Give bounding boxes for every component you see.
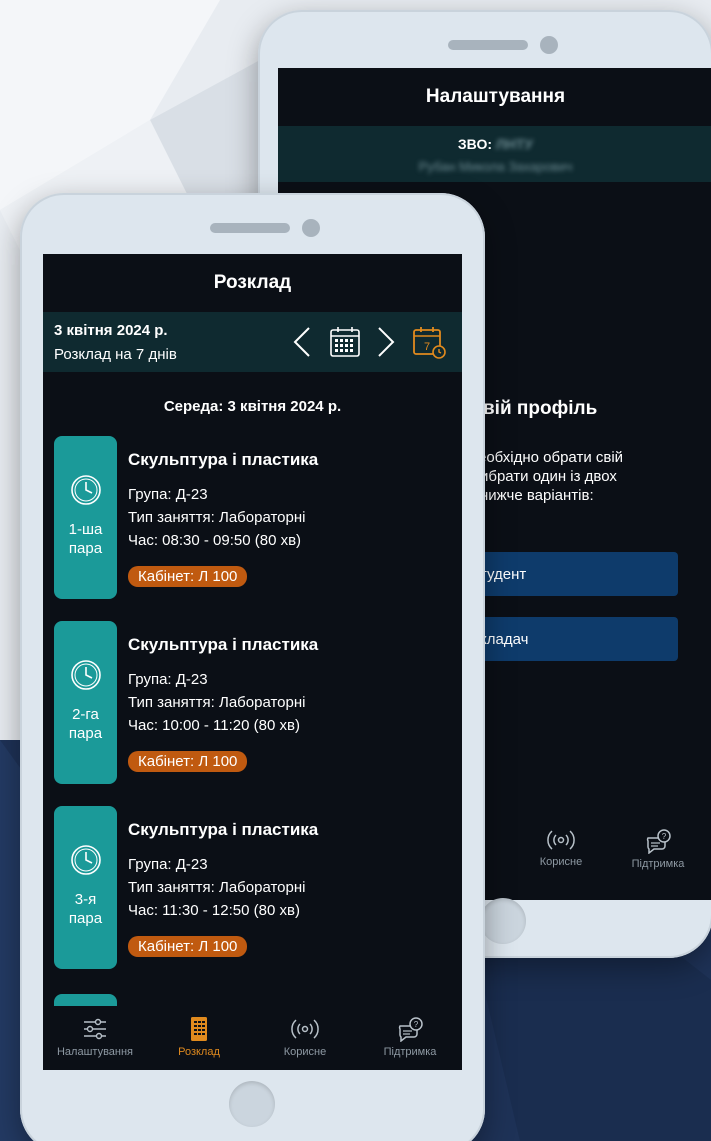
seven-day-calendar-icon[interactable]: 7 [411,324,447,360]
profile-text-line: вибрати один із двох [472,468,617,485]
chevron-left-icon[interactable] [291,326,313,358]
schedule-icon [191,1017,207,1041]
svg-text:?: ? [662,832,667,841]
lesson-group: Група: Д-23 [128,671,208,688]
pair-word: пара [68,725,103,742]
pair-number-line: 2-га [72,706,99,723]
phone-speaker [448,40,528,50]
clock-icon [71,845,101,875]
phone-camera [540,36,558,54]
lesson-card[interactable]: 1-ша пара Скульптура і пластика Група: Д… [54,436,454,601]
nav-support[interactable]: ? Підтримка [358,1016,462,1058]
room-badge: Кабінет: Л 100 [128,936,248,957]
lesson-type: Тип заняття: Лабораторні [128,509,306,526]
user-name: Рубан Микола Захарович [418,159,573,174]
schedule-screen: Розклад 3 квітня 2024 р. Розклад на 7 дн… [43,254,462,1070]
institution-value: ЛНТУ [495,136,534,152]
nav-schedule[interactable]: Розклад [147,1016,251,1058]
nav-useful-label: Корисне [283,1046,327,1058]
support-chat-icon: ? [398,1017,423,1042]
clock-icon [71,660,101,690]
lesson-time: Час: 11:30 - 12:50 (80 хв) [128,902,300,919]
lesson-group: Група: Д-23 [128,486,208,503]
lesson-type: Тип заняття: Лабораторні [128,694,306,711]
nav-useful-label: Корисне [539,856,583,868]
seven-day-badge: 7 [424,341,430,353]
lesson-subject: Скульптура і пластика [128,450,319,469]
room-badge: Кабінет: Л 100 [128,751,248,772]
bottom-nav: Налаштування Розклад Корисне ? Підтримка [43,1006,462,1070]
pair-word: пара [68,910,103,927]
lesson-card[interactable]: 3-я пара Скульптура і пластика Група: Д-… [54,806,454,971]
nav-support[interactable]: ? Підтримка [608,828,708,870]
broadcast-icon [547,830,575,850]
phone-speaker [210,223,290,233]
student-role-button[interactable]: тудент [468,552,678,596]
svg-text:?: ? [414,1020,419,1029]
pair-number: 1-ша пара [54,520,117,558]
lesson-time: Час: 10:00 - 11:20 (80 хв) [128,717,300,734]
current-date: 3 квітня 2024 р. [54,322,168,339]
profile-title: вій профіль [483,398,598,419]
pair-block: 2-га пара [54,621,117,784]
phone-schedule: Розклад 3 квітня 2024 р. Розклад на 7 дн… [20,193,485,1141]
settings-title: Налаштування [425,86,566,107]
sliders-icon [84,1018,106,1040]
lesson-group: Група: Д-23 [128,856,208,873]
support-chat-icon: ? [646,829,671,854]
pair-number: 2-га пара [54,705,117,743]
date-bar: 3 квітня 2024 р. Розклад на 7 днів 7 [43,312,462,372]
lesson-subject: Скульптура і пластика [128,820,319,839]
calendar-grid-icon[interactable] [327,324,363,360]
lesson-card[interactable]: 2-га пара Скульптура і пластика Група: Д… [54,621,454,786]
room-badge: Кабінет: Л 100 [128,566,248,587]
pair-number-line: 3-я [74,891,97,908]
range-label: Розклад на 7 днів [54,346,177,363]
pair-word: пара [68,540,103,557]
profile-text-line: еобхідно обрати свій [478,449,624,466]
lesson-time: Час: 08:30 - 09:50 (80 хв) [128,532,302,549]
institution-line: ЗВО: ЛНТУ [278,136,711,152]
institution-bar: ЗВО: ЛНТУ Рубан Микола Захарович [278,126,711,182]
nav-useful[interactable]: Корисне [511,828,611,868]
nav-support-label: Підтримка [383,1046,437,1058]
teacher-role-button[interactable]: кладач [468,617,678,661]
nav-settings-label: Налаштування [56,1046,134,1058]
schedule-title: Розклад [213,272,292,293]
day-title: Середа: 3 квітня 2024 р. [163,398,342,415]
home-button[interactable] [480,898,526,944]
lesson-type: Тип заняття: Лабораторні [128,879,306,896]
nav-support-label: Підтримка [631,858,685,870]
nav-useful[interactable]: Корисне [253,1016,357,1058]
pair-block: 1-ша пара [54,436,117,599]
profile-instructions: еобхідно обрати свій вибрати один із дво… [472,448,698,505]
institution-label: ЗВО: [457,136,492,152]
clock-icon [71,475,101,505]
phone-camera [302,219,320,237]
broadcast-icon [291,1019,319,1039]
next-lesson-peek [54,994,117,1006]
nav-schedule-label: Розклад [178,1046,220,1058]
lesson-subject: Скульптура і пластика [128,635,319,654]
profile-text-line: нижче варіантів: [480,487,594,504]
pair-block: 3-я пара [54,806,117,969]
pair-number-line: 1-ша [68,521,103,538]
pair-number: 3-я пара [54,890,117,928]
chevron-right-icon[interactable] [375,326,397,358]
nav-settings[interactable]: Налаштування [43,1016,147,1058]
home-button[interactable] [229,1081,275,1127]
